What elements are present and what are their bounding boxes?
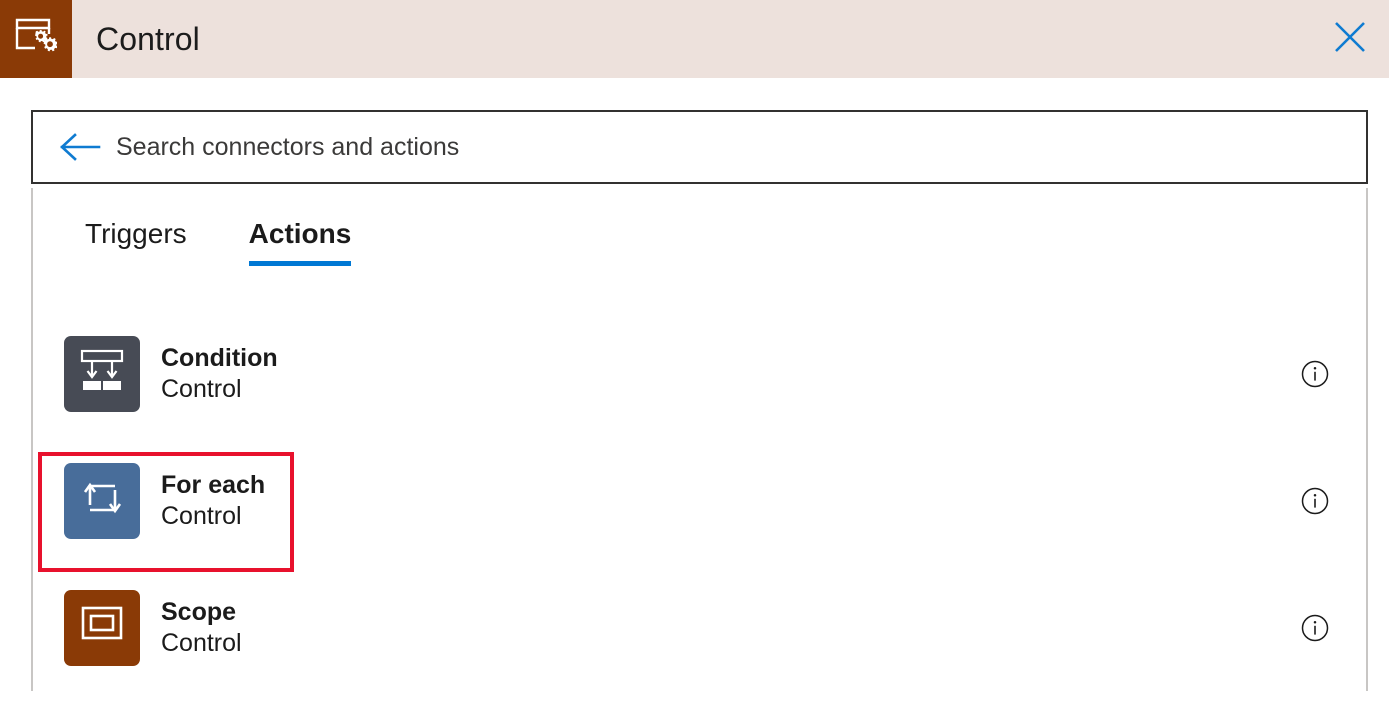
actions-list: Condition Control [33,310,1366,691]
scope-row-text: Scope Control [161,597,242,659]
condition-title: Condition [161,343,278,374]
action-row-condition[interactable]: Condition Control [33,310,1366,437]
condition-icon [79,349,125,398]
loop-icon [80,477,124,524]
tab-triggers-label: Triggers [85,218,187,249]
search-bar[interactable] [31,110,1368,184]
info-icon[interactable] [1300,613,1330,643]
title-bar: Control [0,0,1389,78]
for-each-title: For each [161,470,265,501]
tab-triggers[interactable]: Triggers [85,218,187,266]
scope-subtitle: Control [161,628,242,659]
info-icon[interactable] [1300,359,1330,389]
tab-actions[interactable]: Actions [249,218,352,266]
condition-row-text: Condition Control [161,343,278,405]
scope-icon-tile [64,590,140,666]
tab-bar: Triggers Actions [85,218,413,266]
close-icon [1333,20,1367,59]
action-row-scope[interactable]: Scope Control [33,564,1366,691]
close-button[interactable] [1311,0,1389,78]
search-input[interactable] [116,133,1216,162]
for-each-icon-tile [64,463,140,539]
action-row-for-each[interactable]: For each Control [33,437,1366,564]
scope-icon [80,605,124,650]
tab-actions-label: Actions [249,218,352,249]
window-gears-icon [15,18,57,61]
back-arrow-icon[interactable] [57,132,101,162]
for-each-row-text: For each Control [161,470,265,532]
condition-icon-tile [64,336,140,412]
condition-subtitle: Control [161,374,278,405]
results-panel: Triggers Actions [31,188,1368,691]
for-each-subtitle: Control [161,501,265,532]
info-icon[interactable] [1300,486,1330,516]
scope-title: Scope [161,597,242,628]
control-app-icon-tile [0,0,72,78]
page-title: Control [96,21,200,58]
